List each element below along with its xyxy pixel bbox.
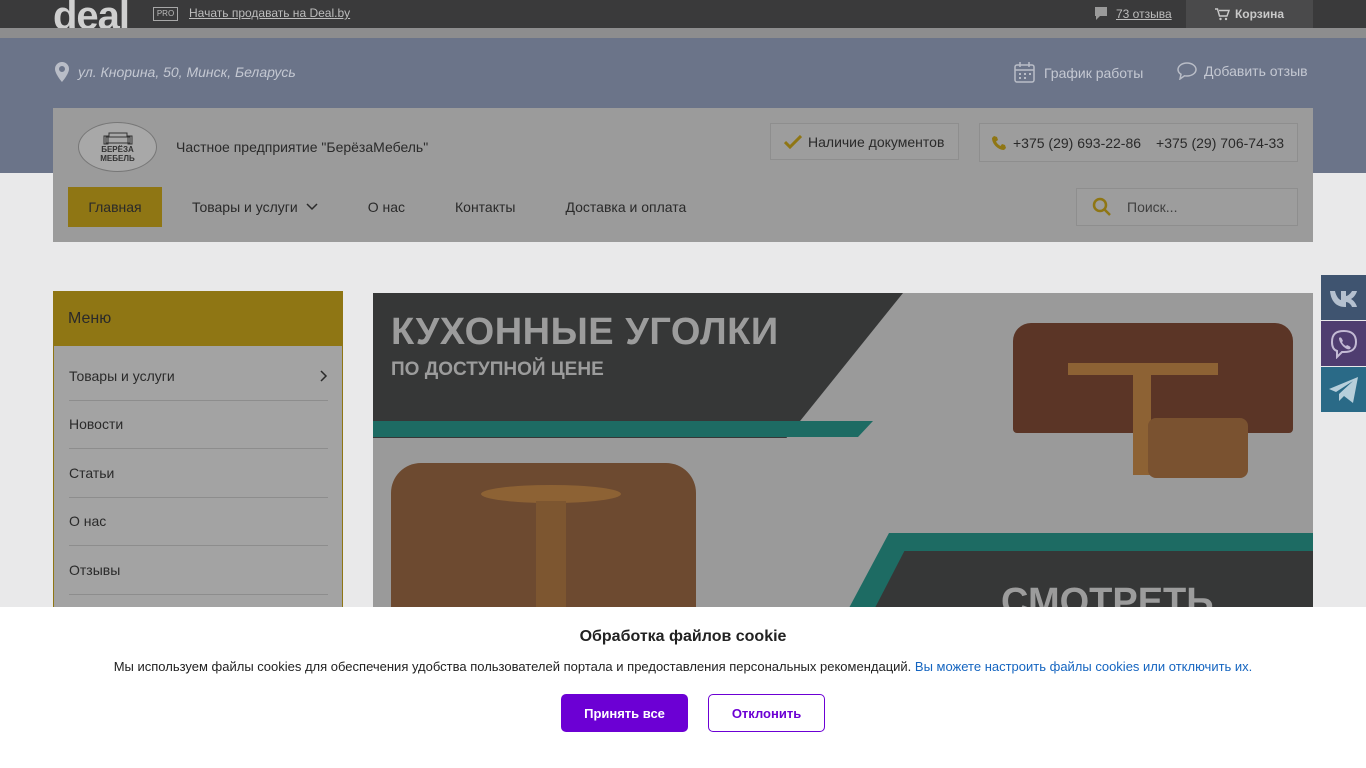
company-name: Частное предприятие "БерёзаМебель" [176,139,429,155]
phones-box: +375 (29) 693-22-86 +375 (29) 706-74-33 [979,123,1298,162]
table-leg-left [536,501,566,613]
promo-banner[interactable]: КУХОННЫЕ УГОЛКИ ПО ДОСТУПНОЙ ЦЕНЕ СМОТРЕ… [373,293,1313,613]
social-links [1321,275,1366,413]
vk-icon [1329,290,1357,307]
nav-products[interactable]: Товары и услуги [192,187,318,227]
chevron-down-icon [306,203,318,211]
chevron-right-icon [320,370,328,382]
viber-icon [1330,329,1357,359]
viber-button[interactable] [1321,321,1366,366]
start-selling-link[interactable]: Начать продавать на Deal.by [189,6,350,20]
sidebar-item-label: Товары и услуги [69,367,175,384]
nav-home[interactable]: Главная [68,187,162,227]
speech-bubble-icon [1177,62,1197,80]
calendar-icon [1014,62,1035,83]
sidebar-list: Товары и услуги Новости Статьи О нас Отз… [54,346,342,595]
sidebar-item-products[interactable]: Товары и услуги [69,352,328,401]
cookie-title: Обработка файлов cookie [579,628,787,645]
nav-delivery[interactable]: Доставка и оплата [565,187,686,227]
sidebar-item-label: Отзывы [69,561,121,578]
cookie-banner: Обработка файлов cookie Мы используем фа… [0,607,1366,768]
sidebar-item-label: Статьи [69,464,115,481]
cookie-settings-link[interactable]: Вы можете настроить файлы cookies или от… [915,659,1252,674]
telegram-button[interactable] [1321,367,1366,412]
sidebar-item-reviews[interactable]: Отзывы [69,546,328,595]
comment-icon [1095,7,1107,20]
phone-1[interactable]: +375 (29) 693-22-86 [1013,135,1141,151]
furniture-image-right [1013,323,1293,433]
add-review-label: Добавить отзыв [1204,63,1308,79]
search-icon [1092,197,1111,216]
cookie-message-text: Мы используем файлы cookies для обеспече… [113,659,912,674]
telegram-icon [1328,376,1358,403]
top-stripe [0,28,1366,38]
search-box [1076,188,1298,226]
decline-button[interactable]: Отклонить [708,694,825,732]
banner-subline: ПО ДОСТУПНОЙ ЦЕНЕ [391,359,604,380]
nav-contacts[interactable]: Контакты [455,187,515,227]
search-button[interactable] [1077,197,1127,217]
search-input[interactable] [1127,199,1287,215]
main-nav: Главная Товары и услуги О нас Контакты Д… [68,187,706,227]
pro-badge: PRO [153,7,178,21]
address: ул. Кнорина, 50, Минск, Беларусь [54,62,296,82]
company-logo[interactable]: БЕРЁЗА МЕБЕЛЬ [78,122,157,172]
sidebar-title: Меню [54,292,342,346]
logo-line-1: БЕРЁЗА [101,145,134,154]
sidebar-item-news[interactable]: Новости [69,401,328,449]
table-image-right [1068,363,1218,375]
sidebar-item-label: Новости [69,416,124,433]
cart-icon [1214,7,1230,20]
stool-right [1148,418,1248,478]
vk-button[interactable] [1321,275,1366,320]
address-text: ул. Кнорина, 50, Минск, Беларусь [78,64,296,80]
documents-badge[interactable]: Наличие документов [770,123,959,160]
reviews-count: 73 отзыва [1116,7,1172,21]
phone-2[interactable]: +375 (29) 706-74-33 [1156,135,1284,151]
accept-all-button[interactable]: Принять все [561,694,688,732]
sidebar-item-articles[interactable]: Статьи [69,449,328,498]
schedule-label: График работы [1044,64,1144,81]
phone-icon [992,135,1006,150]
cookie-message: Мы используем файлы cookies для обеспече… [0,659,1366,674]
schedule-link[interactable]: График работы [1014,62,1143,83]
banner-headline: КУХОННЫЕ УГОЛКИ [391,311,779,353]
sidebar-item-about[interactable]: О нас [69,498,328,546]
cart-button[interactable]: Корзина [1186,0,1313,28]
reviews-link[interactable]: 73 отзыва [1094,6,1172,22]
documents-label: Наличие документов [808,133,945,150]
logo-line-2: МЕБЕЛЬ [100,154,135,163]
map-pin-icon [55,62,69,82]
cart-label: Корзина [1234,7,1285,21]
top-bar: deal PRO Начать продавать на Deal.by 73 … [0,0,1366,36]
checkmark-icon [784,134,802,149]
add-review-link[interactable]: Добавить отзыв [1177,62,1308,80]
company-card: БЕРЁЗА МЕБЕЛЬ Частное предприятие "Берёз… [53,108,1313,242]
nav-products-label: Товары и услуги [192,199,298,215]
sidebar-item-label: О нас [69,513,107,530]
sofa-icon [103,132,132,145]
sidebar-menu: Меню Товары и услуги Новости Статьи О на… [53,291,343,621]
banner-teal-stripe [373,421,873,437]
nav-about[interactable]: О нас [368,187,405,227]
